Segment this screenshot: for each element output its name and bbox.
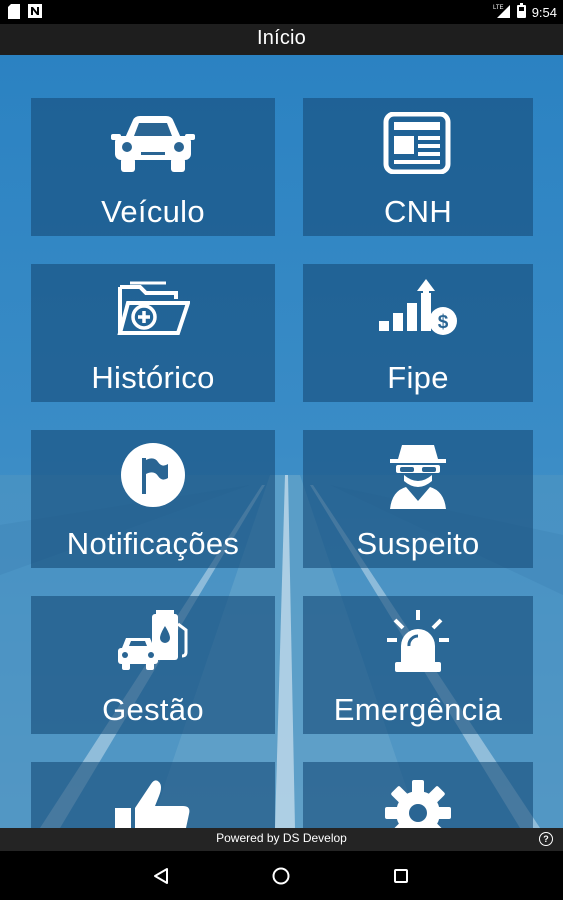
- system-nav-bar: [0, 851, 563, 900]
- tile-label: Suspeito: [356, 526, 480, 561]
- status-bar: LTE 9:54: [0, 0, 563, 24]
- gear-icon: [303, 780, 533, 828]
- tile-veiculo[interactable]: Veículo: [31, 98, 275, 236]
- battery-icon: [516, 3, 526, 21]
- page-title: Início: [256, 27, 306, 49]
- back-triangle-icon: [154, 868, 168, 884]
- svg-text:LTE: LTE: [493, 5, 504, 11]
- folder-add-icon: [31, 276, 275, 342]
- footer-bar: Powered by DS Develop ?: [0, 828, 563, 851]
- fuel-car-icon: [31, 608, 275, 674]
- tile-label: Histórico: [91, 360, 215, 395]
- notification-n-icon: [28, 4, 42, 24]
- thumbs-up-icon: [31, 780, 275, 828]
- svg-text:$: $: [438, 312, 449, 333]
- tile-historico[interactable]: Histórico: [31, 264, 275, 402]
- car-icon: [31, 110, 275, 176]
- flag-icon: [31, 442, 275, 508]
- tile-label: Gestão: [102, 692, 204, 727]
- tile-label: Emergência: [333, 692, 503, 727]
- recents-button[interactable]: [388, 863, 414, 889]
- back-button[interactable]: [148, 863, 174, 889]
- sd-card-icon: [8, 4, 20, 24]
- newspaper-icon: [303, 110, 533, 176]
- tile-notificacoes[interactable]: Notificações: [31, 430, 275, 568]
- home-button[interactable]: [268, 863, 294, 889]
- price-chart-icon: $: [303, 276, 533, 342]
- tile-suspeito[interactable]: Suspeito: [303, 430, 533, 568]
- app-toolbar: Início: [0, 24, 563, 55]
- status-time: 9:54: [531, 4, 557, 20]
- tile-avaliar[interactable]: [31, 762, 275, 828]
- signal-icon: LTE: [493, 3, 511, 21]
- siren-icon: [303, 608, 533, 674]
- tile-cnh[interactable]: CNH: [303, 98, 533, 236]
- tile-label: CNH: [383, 194, 453, 229]
- tile-label: Fipe: [387, 360, 449, 395]
- tile-label: Notificações: [66, 526, 240, 561]
- tile-emergencia[interactable]: Emergência: [303, 596, 533, 734]
- powered-by-text: Powered by DS Develop: [216, 831, 347, 845]
- tile-gestao[interactable]: Gestão: [31, 596, 275, 734]
- home-circle-icon: [272, 867, 290, 885]
- help-icon[interactable]: ?: [539, 832, 553, 846]
- recents-square-icon: [394, 869, 408, 883]
- tile-label: Veículo: [101, 194, 205, 229]
- spy-icon: [303, 442, 533, 509]
- dashboard-grid: Veículo CNH Histórico $ Fipe Notificaçõe…: [0, 55, 563, 828]
- tile-fipe[interactable]: $ Fipe: [303, 264, 533, 402]
- tile-configuracoes[interactable]: [303, 762, 533, 828]
